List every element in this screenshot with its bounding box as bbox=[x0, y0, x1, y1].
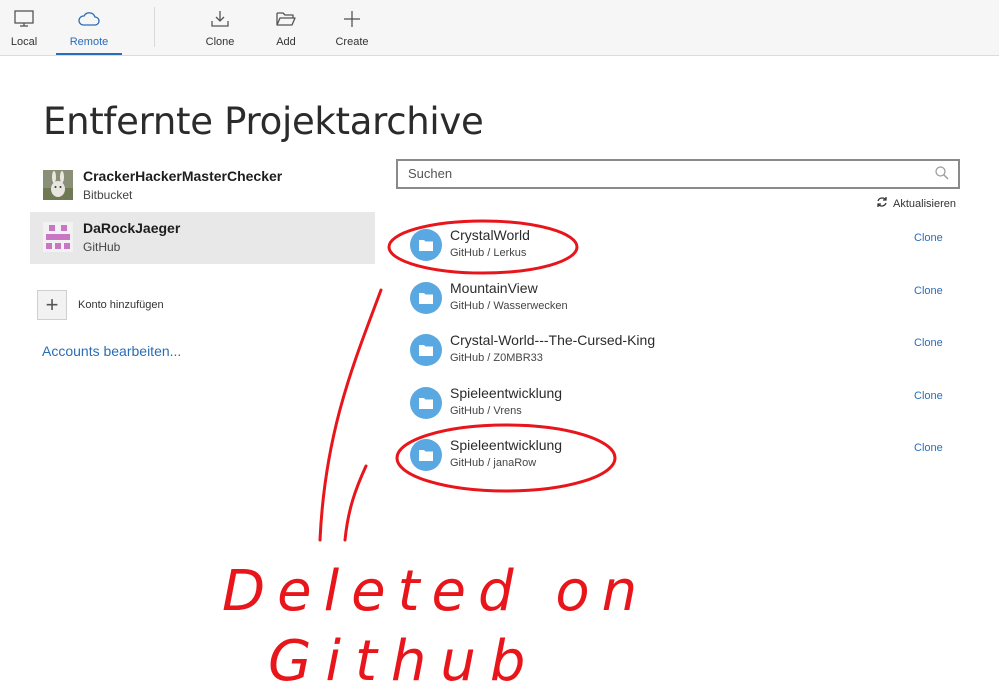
clone-link[interactable]: Clone bbox=[914, 285, 943, 297]
plus-icon bbox=[338, 8, 366, 30]
clone-button[interactable]: Clone bbox=[200, 0, 240, 55]
add-account-label: Konto hinzufügen bbox=[78, 299, 164, 311]
folder-icon bbox=[410, 439, 442, 471]
edit-accounts-link[interactable]: Accounts bearbeiten... bbox=[42, 343, 181, 359]
remote-tab[interactable]: Remote bbox=[56, 0, 122, 55]
folder-icon bbox=[410, 282, 442, 314]
refresh-label: Aktualisieren bbox=[893, 197, 956, 210]
folder-icon bbox=[410, 229, 442, 261]
add-button[interactable]: Add bbox=[266, 0, 306, 55]
folder-icon bbox=[410, 387, 442, 419]
local-button[interactable]: Local bbox=[8, 0, 40, 55]
local-label: Local bbox=[10, 36, 38, 48]
list-item[interactable]: CrystalWorld GitHub / Lerkus Clone bbox=[400, 221, 960, 269]
account-name: DaRockJaeger bbox=[83, 220, 181, 236]
list-item[interactable]: Crystal-World---The-Cursed-King GitHub /… bbox=[400, 326, 960, 374]
avatar bbox=[43, 222, 73, 252]
repo-name: MountainView bbox=[450, 280, 538, 296]
list-item[interactable]: Spieleentwicklung GitHub / Vrens Clone bbox=[400, 379, 960, 427]
toolbar-divider bbox=[154, 7, 155, 47]
search-box bbox=[396, 159, 960, 189]
repo-path: GitHub / Lerkus bbox=[450, 247, 527, 259]
account-item-bitbucket[interactable]: CrackerHackerMasterChecker Bitbucket bbox=[30, 160, 375, 212]
repo-name: Crystal-World---The-Cursed-King bbox=[450, 332, 656, 348]
repo-name: CrystalWorld bbox=[450, 227, 530, 243]
create-button[interactable]: Create bbox=[332, 0, 372, 55]
account-name: CrackerHackerMasterChecker bbox=[83, 168, 283, 184]
download-icon bbox=[206, 8, 234, 30]
account-host: GitHub bbox=[83, 240, 121, 254]
clone-link[interactable]: Clone bbox=[914, 337, 943, 349]
list-item[interactable]: Spieleentwicklung GitHub / janaRow Clone bbox=[400, 431, 960, 479]
monitor-icon bbox=[10, 8, 38, 30]
search-icon[interactable] bbox=[934, 165, 950, 186]
toolbar: Local Remote Clone Add Create bbox=[0, 0, 999, 56]
repo-path: GitHub / Vrens bbox=[450, 405, 522, 417]
repo-path: GitHub / Z0MBR33 bbox=[450, 352, 543, 364]
pointer-line bbox=[318, 288, 383, 542]
remote-label: Remote bbox=[69, 36, 109, 48]
repo-path: GitHub / Wasserwecken bbox=[450, 300, 568, 312]
annotation-line-1: Deleted on bbox=[222, 559, 649, 624]
search-input[interactable] bbox=[408, 164, 918, 182]
clone-link[interactable]: Clone bbox=[914, 390, 943, 402]
refresh-icon bbox=[876, 196, 888, 211]
create-label: Create bbox=[335, 36, 369, 48]
add-account-button[interactable]: + Konto hinzufügen bbox=[37, 290, 164, 320]
cloud-icon bbox=[75, 8, 103, 30]
repo-name: Spieleentwicklung bbox=[450, 385, 563, 401]
folder-icon bbox=[410, 334, 442, 366]
folder-open-icon bbox=[272, 8, 300, 30]
pointer-line bbox=[343, 464, 368, 542]
repo-path: GitHub / janaRow bbox=[450, 457, 537, 469]
list-item[interactable]: MountainView GitHub / Wasserwecken Clone bbox=[400, 274, 960, 322]
account-item-github[interactable]: DaRockJaeger GitHub bbox=[30, 212, 375, 264]
plus-icon: + bbox=[37, 290, 67, 320]
add-label: Add bbox=[276, 36, 296, 48]
account-host: Bitbucket bbox=[83, 188, 133, 202]
clone-label: Clone bbox=[205, 36, 235, 48]
avatar bbox=[43, 170, 73, 200]
repo-name: Spieleentwicklung bbox=[450, 437, 563, 453]
clone-link[interactable]: Clone bbox=[914, 232, 943, 244]
annotation-line-2: Github bbox=[268, 629, 539, 694]
clone-link[interactable]: Clone bbox=[914, 442, 943, 454]
page-title: Entfernte Projektarchive bbox=[43, 100, 484, 143]
refresh-button[interactable]: Aktualisieren bbox=[876, 196, 956, 211]
